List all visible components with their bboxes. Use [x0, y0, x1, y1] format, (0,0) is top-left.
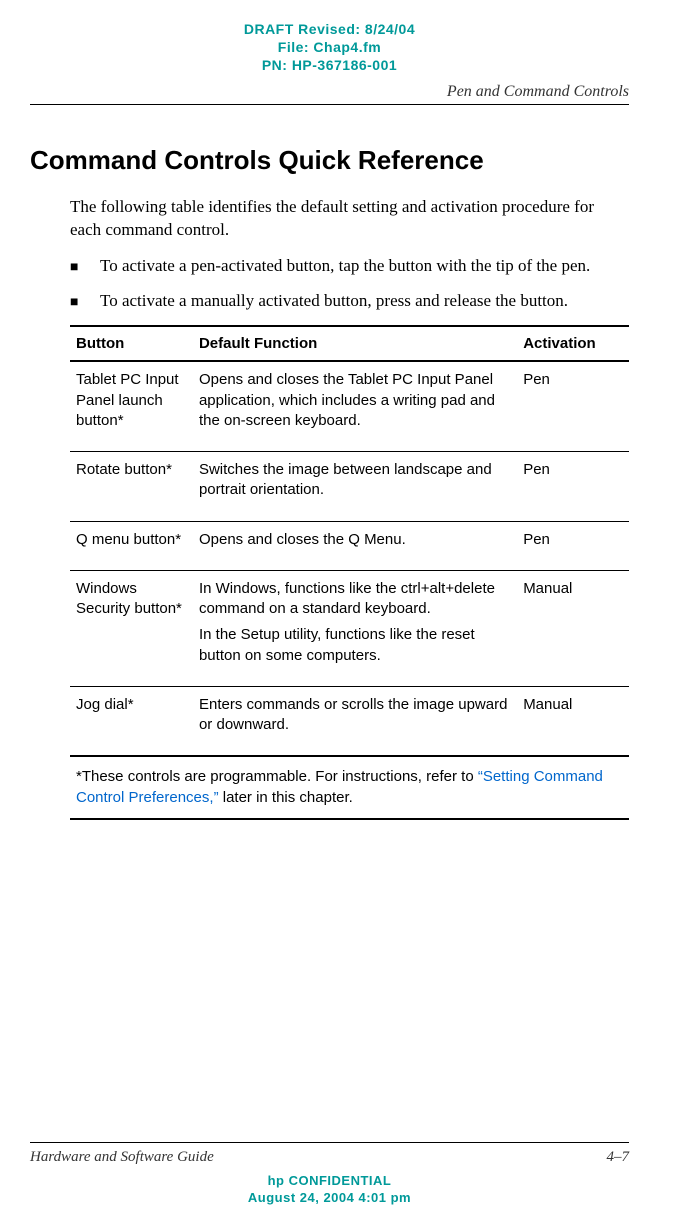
draft-line-1: DRAFT Revised: 8/24/04 [30, 20, 629, 38]
cell-activation: Pen [517, 361, 629, 451]
cell-button: Jog dial* [70, 686, 193, 756]
cell-function: Enters commands or scrolls the image upw… [193, 686, 517, 756]
cell-button: Tablet PC Input Panel launch button* [70, 361, 193, 451]
table-row: Rotate button* Switches the image betwee… [70, 452, 629, 522]
function-para-1: In Windows, functions like the ctrl+alt+… [199, 579, 511, 620]
cell-function: Opens and closes the Tablet PC Input Pan… [193, 361, 517, 451]
page-footer: Hardware and Software Guide 4–7 hp CONFI… [30, 1142, 629, 1207]
table-header-row: Button Default Function Activation [70, 326, 629, 361]
cell-activation: Pen [517, 521, 629, 570]
footnote-suffix: later in this chapter. [219, 789, 353, 806]
draft-header: DRAFT Revised: 8/24/04 File: Chap4.fm PN… [30, 20, 629, 75]
cell-button: Rotate button* [70, 452, 193, 522]
confidential-line-1: hp CONFIDENTIAL [30, 1172, 629, 1190]
command-controls-table: Button Default Function Activation Table… [70, 325, 629, 820]
confidential-line-2: August 24, 2004 4:01 pm [30, 1189, 629, 1207]
header-button: Button [70, 326, 193, 361]
table-row: Windows Security button* In Windows, fun… [70, 570, 629, 686]
footnote-cell: *These controls are programmable. For in… [70, 756, 629, 819]
footnote-prefix: *These controls are programmable. For in… [76, 768, 478, 785]
bullet-item: ■ To activate a manually activated butto… [70, 290, 629, 313]
cell-activation: Manual [517, 686, 629, 756]
bullet-text: To activate a pen-activated button, tap … [100, 255, 590, 278]
table-row: Q menu button* Opens and closes the Q Me… [70, 521, 629, 570]
cell-function: Opens and closes the Q Menu. [193, 521, 517, 570]
cell-function: Switches the image between landscape and… [193, 452, 517, 522]
table-footnote-row: *These controls are programmable. For in… [70, 756, 629, 819]
header-function: Default Function [193, 326, 517, 361]
section-name: Pen and Command Controls [30, 83, 629, 101]
function-para-2: In the Setup utility, functions like the… [199, 625, 511, 666]
draft-line-3: PN: HP-367186-001 [30, 56, 629, 74]
confidential-block: hp CONFIDENTIAL August 24, 2004 4:01 pm [30, 1172, 629, 1207]
header-rule [30, 104, 629, 105]
bullet-item: ■ To activate a pen-activated button, ta… [70, 255, 629, 278]
cell-button: Q menu button* [70, 521, 193, 570]
square-bullet-icon: ■ [70, 255, 100, 278]
square-bullet-icon: ■ [70, 290, 100, 313]
page-number: 4–7 [607, 1149, 630, 1166]
header-activation: Activation [517, 326, 629, 361]
draft-line-2: File: Chap4.fm [30, 38, 629, 56]
bullet-text: To activate a manually activated button,… [100, 290, 568, 313]
page-title: Command Controls Quick Reference [30, 145, 629, 176]
intro-paragraph: The following table identifies the defau… [70, 196, 629, 242]
cell-function: In Windows, functions like the ctrl+alt+… [193, 570, 517, 686]
table-row: Tablet PC Input Panel launch button* Ope… [70, 361, 629, 451]
guide-name: Hardware and Software Guide [30, 1149, 214, 1166]
cell-activation: Pen [517, 452, 629, 522]
footer-line: Hardware and Software Guide 4–7 [30, 1149, 629, 1166]
cell-activation: Manual [517, 570, 629, 686]
cell-button: Windows Security button* [70, 570, 193, 686]
footer-rule [30, 1142, 629, 1143]
table-row: Jog dial* Enters commands or scrolls the… [70, 686, 629, 756]
